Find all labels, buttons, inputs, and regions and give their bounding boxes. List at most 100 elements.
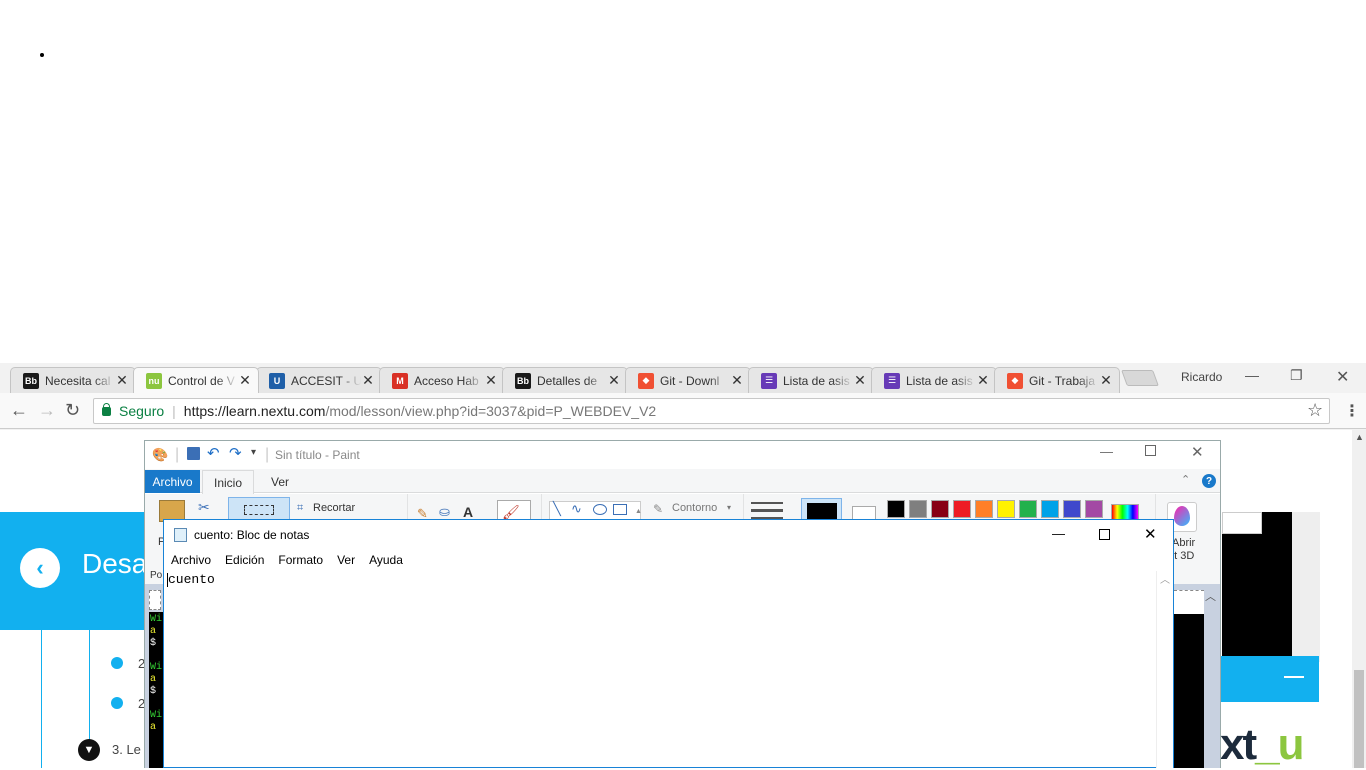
outline-dropdown-icon[interactable]: ▾ [727,503,731,512]
redo-icon[interactable]: ↷ [229,444,242,462]
tab-close-icon[interactable]: ✕ [853,372,867,389]
paint-scroll-up-icon[interactable]: ︿ [1205,588,1216,604]
palette-swatch[interactable] [1063,500,1081,518]
browser-tab[interactable]: ☰ Lista de asis ✕ [871,367,997,393]
size-line-icon[interactable] [751,509,783,512]
blackboard-icon: Bb [23,372,39,389]
tab-close-icon[interactable]: ✕ [484,372,498,389]
tab-close-icon[interactable]: ✕ [361,372,375,389]
notepad-app-icon [174,528,187,542]
outline-label[interactable]: Contorno [672,502,717,514]
tab-close-icon[interactable]: ✕ [976,372,990,389]
browser-tab[interactable]: ◆ Git - Downl ✕ [625,367,751,393]
nextu-icon: nu [146,372,162,389]
minimize-icon[interactable]: — [1245,367,1259,383]
text-icon[interactable]: A [463,504,473,520]
palette-swatch[interactable] [953,500,971,518]
paint-view-tab[interactable]: Ver [271,475,289,489]
help-icon[interactable]: ? [1202,474,1216,488]
open-label: Abrir [1172,537,1196,549]
paint-home-tab[interactable]: Inicio [202,470,254,494]
notepad-close-icon[interactable]: ✕ [1144,525,1157,543]
palette-swatch[interactable] [1019,500,1037,518]
tab-close-icon[interactable]: ✕ [115,372,129,389]
palette-swatch[interactable] [997,500,1015,518]
gmail-icon: M [392,372,408,389]
browser-tab[interactable]: ☰ Lista de asis ✕ [748,367,874,393]
forms-icon: ☰ [884,372,900,389]
menu-dots-icon[interactable]: ⋮ [1344,401,1360,421]
notepad-maximize-icon[interactable] [1099,529,1110,540]
crop-icon[interactable]: ⌗ [297,502,303,515]
tab-label: Git - Trabaja [1029,373,1096,388]
logo-text: xt [1220,720,1257,769]
notepad-minimize-icon[interactable]: — [1052,526,1065,541]
palette-swatch[interactable] [887,500,905,518]
paint3d-icon[interactable] [1174,506,1190,526]
reload-icon[interactable]: ↻ [65,400,80,421]
paint-minimize-icon[interactable]: — [1100,444,1113,459]
fill-icon[interactable]: ⛀ [439,504,450,520]
page-scroll-thumb[interactable] [1354,670,1364,768]
timeline-line [41,630,42,768]
new-tab-button[interactable] [1121,370,1159,386]
tab-close-icon[interactable]: ✕ [1099,372,1113,389]
qat-dropdown-icon[interactable]: ▾ [251,447,256,458]
chevron-down-icon[interactable]: ▼ [78,739,100,761]
notepad-scrollbar[interactable]: ︿ [1156,571,1173,768]
size-line-icon[interactable] [751,502,783,504]
rectangle-shape-icon[interactable] [613,504,627,515]
oval-shape-icon[interactable] [593,504,607,515]
save-icon[interactable] [187,447,200,460]
close-icon[interactable]: ✕ [1336,367,1349,387]
crop-label[interactable]: Recortar [313,502,355,514]
qat-separator: | [265,446,270,463]
menu-ayuda[interactable]: Ayuda [369,553,403,567]
select-icon[interactable] [244,505,274,515]
browser-tab[interactable]: ◆ Git - Trabaja ✕ [994,367,1120,393]
lesson-section[interactable]: 3. Le [112,742,141,757]
scroll-up-icon[interactable]: ▲ [1355,432,1364,442]
menu-archivo[interactable]: Archivo [171,553,211,567]
line-shape-icon[interactable]: ╲ [553,501,561,517]
forward-icon[interactable]: → [38,400,56,421]
shapes-scroll-icon[interactable]: ▲ [635,508,642,515]
tab-close-icon[interactable]: ✕ [607,372,621,389]
palette-swatch[interactable] [1041,500,1059,518]
browser-tab[interactable]: Bb Detalles de ✕ [502,367,628,393]
paint-close-icon[interactable]: ✕ [1191,443,1204,461]
palette-swatch[interactable] [931,500,949,518]
minus-icon[interactable] [1284,676,1304,678]
paint-canvas[interactable] [149,590,161,610]
back-circle-icon[interactable]: ‹ [20,548,60,588]
paint-maximize-icon[interactable] [1145,445,1156,456]
tab-close-icon[interactable]: ✕ [730,372,744,389]
menu-formato[interactable]: Formato [278,553,323,567]
outline-icon[interactable]: ✎ [653,502,663,516]
palette-swatch[interactable] [975,500,993,518]
collapse-panel[interactable] [1220,656,1319,702]
browser-tab[interactable]: nu Control de V ✕ [133,367,259,393]
profile-name[interactable]: Ricardo [1181,370,1222,384]
palette-swatch[interactable] [1085,500,1103,518]
scroll-up-icon[interactable]: ︿ [1160,571,1170,586]
ribbon-collapse-icon[interactable]: ⌃ [1181,473,1190,486]
menu-edicion[interactable]: Edición [225,553,264,567]
paint-file-tab[interactable]: Archivo [145,470,200,493]
notepad-text-area[interactable]: cuento [167,572,1153,768]
restore-icon[interactable]: ❐ [1290,367,1303,384]
tab-close-icon[interactable]: ✕ [238,372,252,389]
address-bar[interactable]: Seguro | https://learn.nextu.com/mod/les… [93,398,1330,424]
browser-tab[interactable]: M Acceso Hab ✕ [379,367,505,393]
forms-icon: ☰ [761,372,777,389]
menu-ver[interactable]: Ver [337,553,355,567]
undo-icon[interactable]: ↶ [207,444,220,462]
curve-shape-icon[interactable]: ∿ [571,501,582,517]
palette-swatch[interactable] [909,500,927,518]
browser-tab[interactable]: Bb Necesita cal ✕ [10,367,136,393]
browser-tab[interactable]: U ACCESIT - U ✕ [256,367,382,393]
bookmark-star-icon[interactable]: ☆ [1307,400,1323,421]
cut-icon[interactable]: ✂ [198,499,210,516]
right-dark-panel [1222,512,1292,662]
back-icon[interactable]: ← [10,400,28,421]
